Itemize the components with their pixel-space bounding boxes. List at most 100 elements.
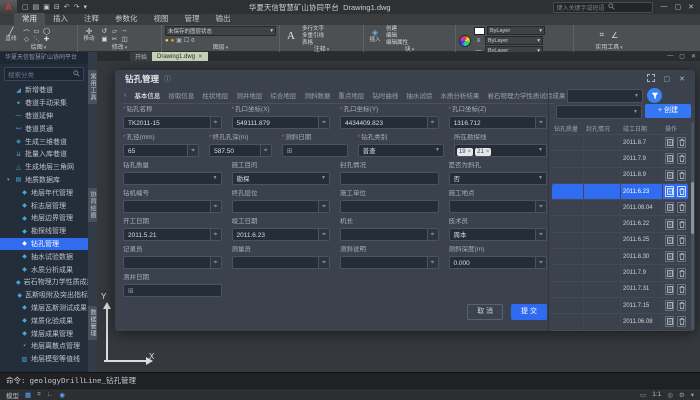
text-input[interactable]: 549111.879⌖ bbox=[232, 116, 331, 129]
ribbon-tab-常用[interactable]: 常用 bbox=[14, 13, 45, 25]
delete-record-button[interactable] bbox=[677, 219, 686, 230]
layer-state-dropdown[interactable]: 未保存的图层状态▾ bbox=[165, 26, 276, 36]
rotate-icon[interactable]: ↺ bbox=[100, 27, 109, 35]
sidebar-item-巷道贯通[interactable]: ↤巷道贯通 bbox=[0, 122, 88, 135]
lineweight-select[interactable]: ByLayer▾ bbox=[485, 36, 543, 45]
view-record-button[interactable] bbox=[665, 316, 674, 327]
sidebar-item-煤质化验成果[interactable]: ◆煤质化验成果 bbox=[0, 314, 88, 327]
pick-icon[interactable]: ⌖ bbox=[535, 201, 546, 212]
sidebar-item-勘探线管理[interactable]: ◆勘探线管理 bbox=[0, 225, 88, 238]
dialog-maximize-icon[interactable]: ▢ bbox=[664, 75, 671, 83]
redo-icon[interactable]: ↷ bbox=[74, 3, 80, 11]
color-wheel-icon[interactable] bbox=[459, 35, 471, 47]
sidebar-item-生成地层三角网[interactable]: △生成地层三角网 bbox=[0, 161, 88, 174]
view-record-button[interactable] bbox=[665, 170, 674, 181]
text-input[interactable]: 4434409.823⌖ bbox=[340, 116, 439, 129]
pick-icon[interactable]: ⌖ bbox=[210, 117, 221, 128]
table-row[interactable]: 2011.8.9 bbox=[552, 168, 688, 184]
view-record-button[interactable] bbox=[665, 251, 674, 262]
text-input[interactable] bbox=[340, 172, 439, 185]
select-input[interactable]: ▼ bbox=[123, 172, 222, 185]
scale-value[interactable]: 1:1 bbox=[652, 391, 661, 398]
dialog-tab-测井地层[interactable]: 测井地层 bbox=[236, 90, 262, 100]
table-row[interactable]: 2011.7.31 bbox=[552, 282, 688, 298]
table-row[interactable]: 2011.8.30 bbox=[552, 249, 688, 265]
table-scrollbar[interactable] bbox=[691, 122, 694, 330]
sidebar-item-抽水试验数据[interactable]: ◆抽水试验数据 bbox=[0, 250, 88, 263]
dialog-tab-测斜数据[interactable]: 测斜数据 bbox=[304, 90, 330, 100]
pick-icon[interactable]: ⌖ bbox=[260, 145, 271, 156]
ortho-icon[interactable]: ∟ bbox=[47, 391, 53, 398]
select-input[interactable]: 勘探▼ bbox=[232, 172, 331, 185]
print-icon[interactable]: ⊟ bbox=[54, 3, 60, 11]
delete-record-button[interactable] bbox=[677, 153, 686, 164]
date-input[interactable]: ⊞ bbox=[123, 284, 222, 297]
text-input[interactable]: 0.000⌖ bbox=[449, 256, 548, 269]
model-space-label[interactable]: 模型 bbox=[6, 390, 19, 400]
table-row[interactable]: 2011.6.22 bbox=[552, 216, 688, 232]
dialog-close-icon[interactable]: ✕ bbox=[679, 75, 685, 83]
pick-icon[interactable]: ⌖ bbox=[318, 229, 329, 240]
isolate-icon[interactable]: ◎ bbox=[667, 391, 673, 399]
close-button[interactable]: ✕ bbox=[688, 3, 694, 11]
sidebar-item-巷道手动采集[interactable]: ✦巷道手动采集 bbox=[0, 97, 88, 110]
scrollbar-thumb[interactable] bbox=[691, 182, 694, 234]
select-input[interactable]: 普查▼ bbox=[358, 144, 444, 157]
delete-record-button[interactable] bbox=[677, 268, 686, 279]
text-input[interactable]: ⌖ bbox=[123, 256, 222, 269]
copy-icon[interactable]: ▣ bbox=[100, 35, 109, 43]
create-button[interactable]: + 创建 bbox=[645, 104, 691, 118]
filter-button[interactable] bbox=[647, 88, 662, 103]
sidebar-item-钻孔管理[interactable]: ◆钻孔管理 bbox=[0, 238, 88, 251]
text-input[interactable] bbox=[340, 200, 439, 213]
table-row[interactable]: 2011.06.08 bbox=[552, 314, 688, 330]
snap-icon[interactable]: ⌗ bbox=[37, 391, 41, 399]
text-input[interactable]: 65⌖ bbox=[123, 144, 199, 157]
pick-icon[interactable]: ⌖ bbox=[535, 229, 546, 240]
sidebar-search-input[interactable]: 搜索分类 bbox=[4, 67, 84, 81]
dialog-tab-柱状地层[interactable]: 柱状地层 bbox=[202, 90, 228, 100]
vertical-tab-常用工具[interactable]: 常用工具 bbox=[88, 70, 97, 104]
text-input[interactable]: 周本⌖ bbox=[449, 228, 548, 241]
rectangle-icon[interactable]: ▭ bbox=[32, 27, 41, 35]
move-tool-button[interactable]: ✛ 移动 bbox=[81, 28, 97, 42]
sidebar-item-煤层瓦斯测试成果[interactable]: ◆煤层瓦斯测试成果 bbox=[0, 302, 88, 315]
save-icon[interactable]: ▣ bbox=[43, 3, 50, 11]
date-input[interactable]: ⊞ bbox=[282, 144, 348, 157]
customize-icon[interactable]: ▾ bbox=[691, 391, 694, 399]
ribbon-tab-视图[interactable]: 视图 bbox=[146, 13, 177, 25]
delete-record-button[interactable] bbox=[677, 235, 686, 246]
pick-icon[interactable]: ⌖ bbox=[210, 201, 221, 212]
line-tool-button[interactable]: ╱ 直线 bbox=[3, 28, 19, 42]
text-input[interactable]: 2011.6.23⌖ bbox=[232, 228, 331, 241]
delete-record-button[interactable] bbox=[677, 251, 686, 262]
app-logo-icon[interactable]: A bbox=[0, 0, 17, 14]
dialog-tab-综合地层[interactable]: 综合地层 bbox=[270, 90, 296, 100]
text-input[interactable]: 587.50⌖ bbox=[209, 144, 272, 157]
new-icon[interactable]: ▢ bbox=[22, 3, 29, 11]
mtext-label[interactable]: 多行文字 bbox=[302, 26, 324, 32]
pick-icon[interactable]: ⌖ bbox=[535, 257, 546, 268]
file-tab-start[interactable]: 开始 bbox=[130, 52, 152, 61]
osnap-icon[interactable]: ◉ bbox=[59, 391, 65, 399]
dialog-tab-拾取信息[interactable]: 拾取信息 bbox=[168, 90, 194, 100]
tag-chip[interactable]: 21× bbox=[475, 148, 491, 156]
mleader-button[interactable]: 多重引线 bbox=[302, 33, 324, 39]
block-edit-button[interactable]: 编辑 bbox=[386, 33, 408, 39]
vertical-tab-协同绘图[interactable]: 协同绘图 bbox=[88, 188, 97, 222]
mirror-icon[interactable]: ▱ bbox=[110, 27, 119, 35]
settings-gear-icon[interactable]: ⚙ bbox=[679, 391, 685, 399]
sidebar-item-新增巷道[interactable]: ◢新增巷道 bbox=[0, 84, 88, 97]
sidebar-item-巷道延伸[interactable]: ―巷道延伸 bbox=[0, 110, 88, 123]
view-record-button[interactable] bbox=[665, 235, 674, 246]
drill-filter-select[interactable]: ▼ bbox=[567, 89, 643, 103]
delete-record-button[interactable] bbox=[677, 170, 686, 181]
open-icon[interactable]: ▤ bbox=[33, 3, 40, 11]
view-record-button[interactable] bbox=[665, 186, 674, 197]
view-record-button[interactable] bbox=[665, 300, 674, 311]
delete-record-button[interactable] bbox=[677, 202, 686, 213]
ribbon-tab-注释[interactable]: 注释 bbox=[76, 13, 107, 25]
text-input[interactable]: ⌖ bbox=[232, 256, 331, 269]
delete-record-button[interactable] bbox=[677, 316, 686, 327]
doc-restore-button[interactable]: ▢ bbox=[679, 53, 685, 60]
